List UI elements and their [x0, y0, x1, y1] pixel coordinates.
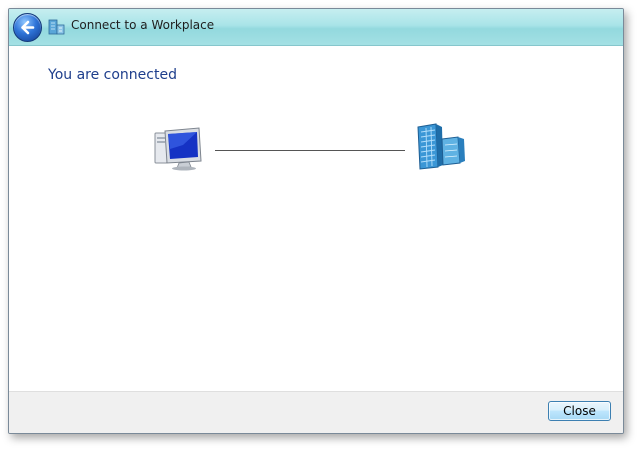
workplace-building-icon	[48, 19, 65, 35]
computer-icon	[154, 127, 202, 171]
back-button[interactable]	[13, 13, 42, 42]
connection-line	[215, 150, 405, 151]
close-button[interactable]: Close	[548, 401, 611, 421]
page-heading: You are connected	[48, 67, 177, 83]
workplace-building-icon	[417, 123, 465, 170]
footer-bar: Close	[9, 391, 623, 433]
content-area: You are connected	[9, 46, 623, 392]
dialog-window: Connect to a Workplace You are connected	[8, 8, 624, 434]
back-arrow-icon	[21, 20, 35, 35]
window-title: Connect to a Workplace	[71, 18, 215, 32]
title-bar: Connect to a Workplace	[9, 9, 623, 46]
